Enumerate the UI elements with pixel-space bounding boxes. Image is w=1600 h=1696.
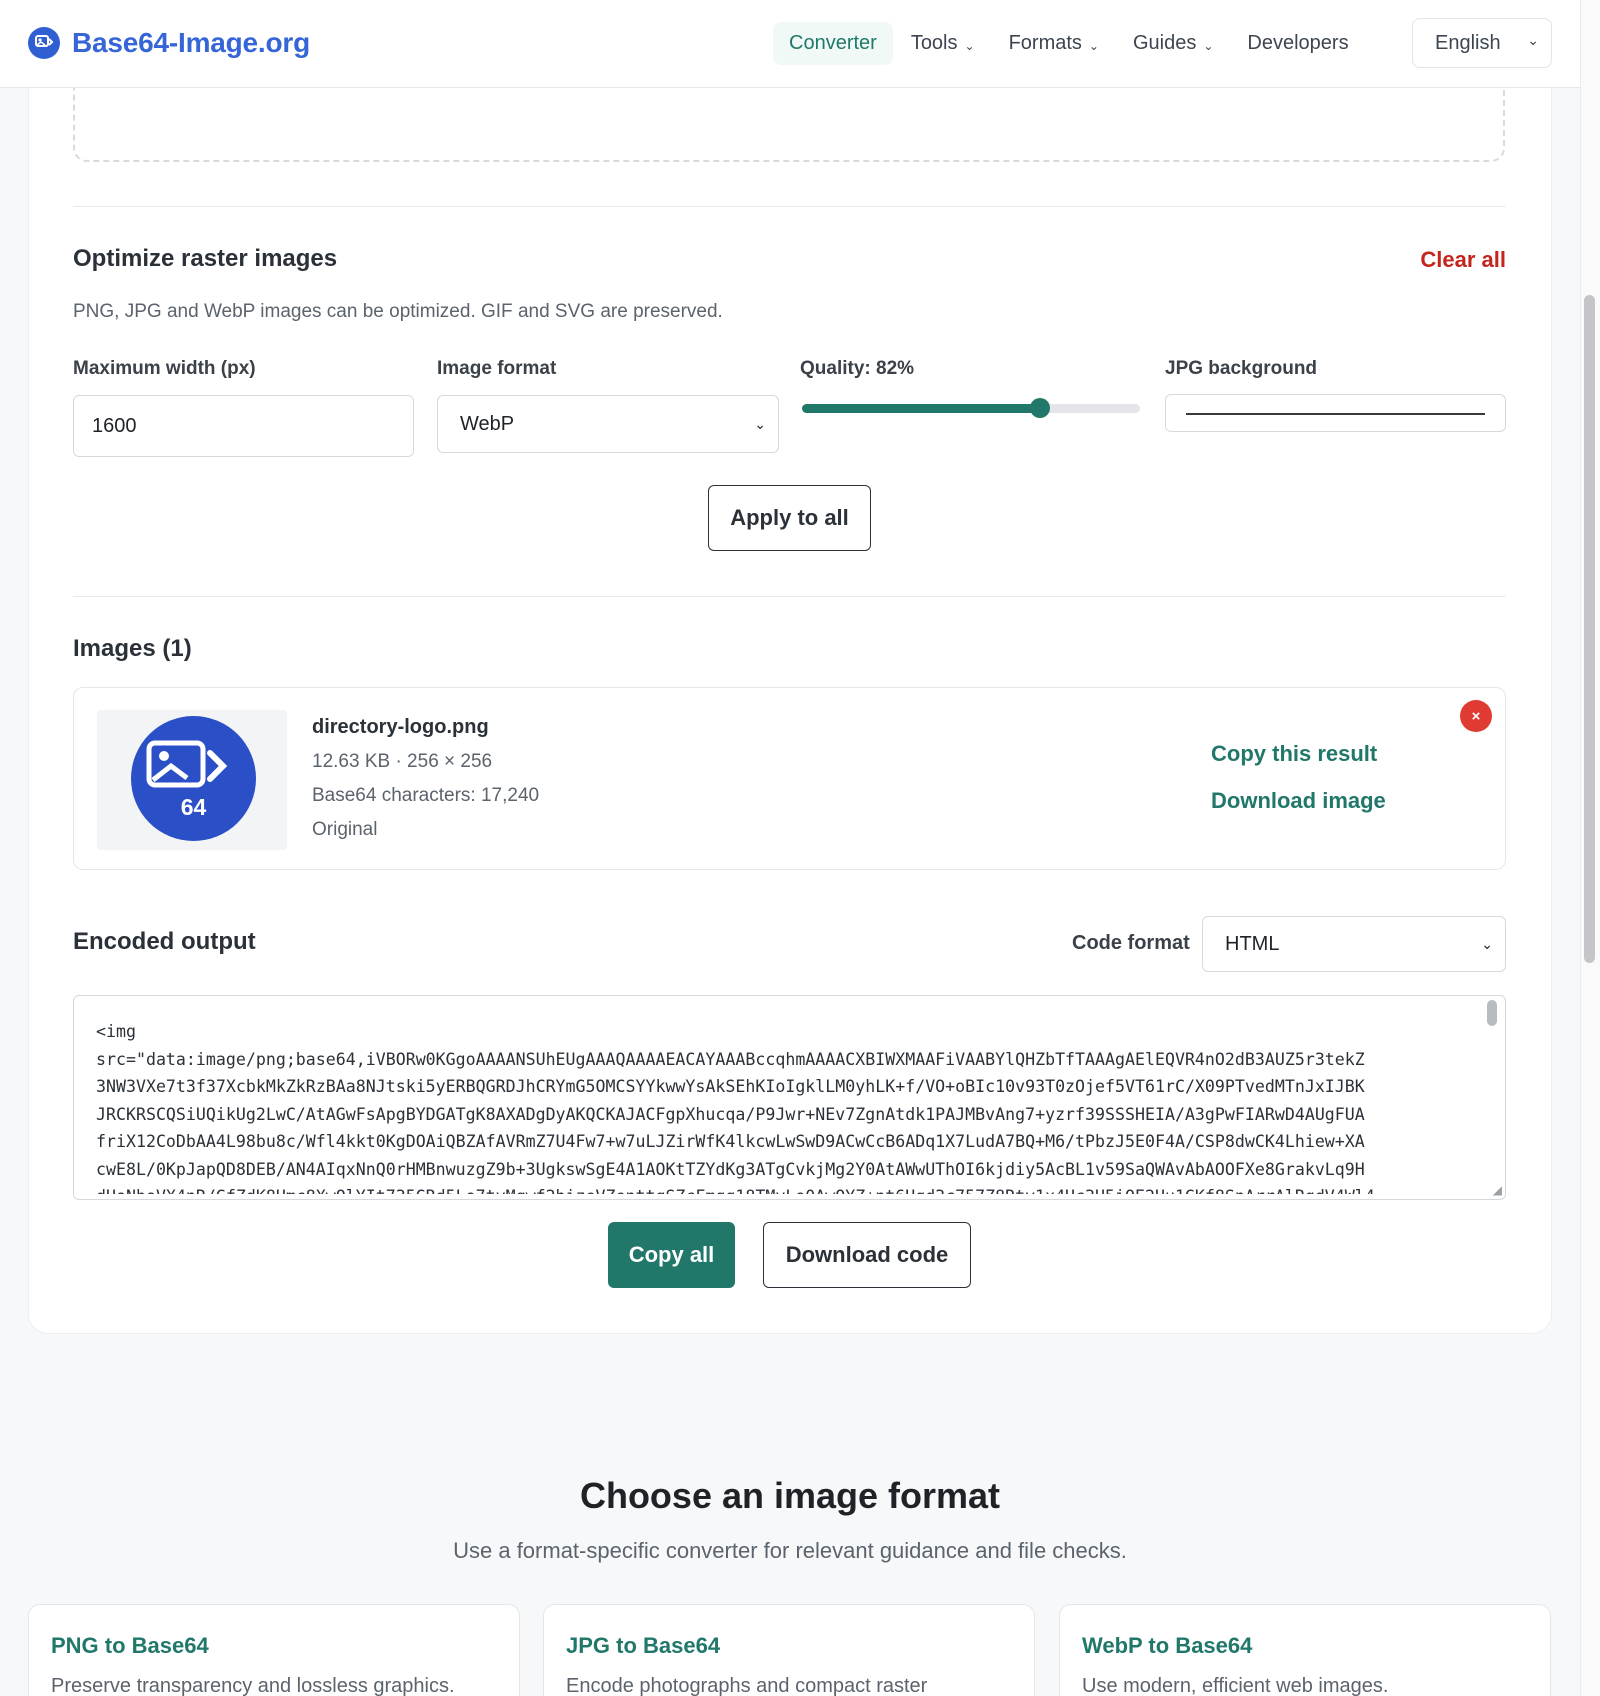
nav-label: Converter xyxy=(789,32,877,54)
page-scrollbar-thumb[interactable] xyxy=(1584,295,1595,963)
divider xyxy=(73,596,1506,597)
format-card-desc: Use modern, efficient web images. xyxy=(1082,1675,1389,1696)
image-format-value: WebP xyxy=(460,412,515,435)
max-width-label: Maximum width (px) xyxy=(73,358,256,379)
nav-label: Formats xyxy=(1008,32,1082,54)
quality-slider[interactable] xyxy=(800,398,1142,418)
color-swatch xyxy=(1186,413,1485,415)
nav-label: Tools xyxy=(910,32,958,54)
main-nav: Converter Tools ⌄ Formats ⌄ Guides ⌄ Dev… xyxy=(773,22,1367,65)
image-format-select[interactable]: WebP ⌄ xyxy=(437,395,779,453)
quality-label: Quality: 82% xyxy=(800,358,915,379)
format-card-png[interactable]: PNG to Base64 Preserve transparency and … xyxy=(28,1604,520,1696)
nav-label: Developers xyxy=(1247,32,1349,54)
apply-label: Apply to all xyxy=(730,505,849,530)
remove-image-button[interactable]: × xyxy=(1460,700,1492,732)
format-card-title[interactable]: WebP to Base64 xyxy=(1082,1633,1252,1659)
nav-converter[interactable]: Converter xyxy=(773,22,893,65)
image-status: Original xyxy=(312,819,378,840)
base64-logo-icon: 64 xyxy=(131,716,256,841)
apply-to-all-button[interactable]: Apply to all xyxy=(708,485,871,551)
encoded-output-text: <img src="data:image/png;base64,iVBORw0K… xyxy=(96,1022,1375,1194)
logo-icon xyxy=(28,27,60,59)
jpg-background-label: JPG background xyxy=(1165,358,1318,379)
nav-label: Guides xyxy=(1132,32,1197,54)
chevron-down-icon: ⌄ xyxy=(964,38,975,53)
format-card-jpg[interactable]: JPG to Base64 Encode photographs and com… xyxy=(543,1604,1035,1696)
optimize-hint: PNG, JPG and WebP images can be optimize… xyxy=(73,301,723,322)
format-card-desc: Preserve transparency and lossless graph… xyxy=(51,1675,455,1696)
copy-all-label: Copy all xyxy=(628,1242,715,1267)
brand-name: Base64-Image.org xyxy=(72,27,311,58)
base64-char-count: Base64 characters: 17,240 xyxy=(312,785,540,806)
chevron-down-icon: ⌄ xyxy=(1203,38,1214,53)
max-width-input[interactable]: 1600 xyxy=(73,395,414,457)
textarea-scrollbar[interactable] xyxy=(1487,1000,1497,1026)
file-size-dimensions: 12.63 KB · 256 × 256 xyxy=(312,751,493,772)
file-name: directory-logo.png xyxy=(312,716,489,738)
download-code-button[interactable]: Download code xyxy=(763,1222,971,1288)
code-format-select[interactable]: HTML ⌄ xyxy=(1202,916,1506,972)
format-card-webp[interactable]: WebP to Base64 Use modern, efficient web… xyxy=(1059,1604,1551,1696)
format-card-title[interactable]: PNG to Base64 xyxy=(51,1633,209,1659)
encoded-output-title: Encoded output xyxy=(73,928,256,955)
close-icon: × xyxy=(1471,707,1481,725)
clear-all-button[interactable]: Clear all xyxy=(1420,247,1506,273)
formats-title: Choose an image format xyxy=(579,1475,1001,1516)
nav-formats[interactable]: Formats ⌄ xyxy=(993,22,1115,65)
image-item: 64 directory-logo.png 12.63 KB · 256 × 2… xyxy=(73,687,1506,870)
resize-handle-icon[interactable]: ◢ xyxy=(1493,1183,1502,1197)
divider xyxy=(73,206,1506,207)
formats-subtitle: Use a format-specific converter for rele… xyxy=(453,1538,1127,1563)
download-image-button[interactable]: Download image xyxy=(1211,788,1386,814)
image-format-label: Image format xyxy=(437,358,557,379)
language-select[interactable]: English ⌄ xyxy=(1412,18,1552,68)
site-header: Base64-Image.org Converter Tools ⌄ Forma… xyxy=(0,0,1580,88)
thumbnail-number: 64 xyxy=(180,794,207,820)
image-thumbnail: 64 xyxy=(97,710,287,850)
nav-developers[interactable]: Developers xyxy=(1231,22,1364,65)
nav-guides[interactable]: Guides ⌄ xyxy=(1117,22,1229,65)
download-code-label: Download code xyxy=(785,1242,949,1267)
images-title: Images (1) xyxy=(73,635,192,662)
chevron-down-icon: ⌄ xyxy=(1088,38,1099,53)
copy-result-button[interactable]: Copy this result xyxy=(1211,741,1377,767)
max-width-value: 1600 xyxy=(92,414,137,437)
code-format-value: HTML xyxy=(1225,932,1280,955)
copy-all-button[interactable]: Copy all xyxy=(608,1222,735,1288)
quality-fill xyxy=(802,404,1040,413)
code-format-label: Code format xyxy=(1072,932,1190,954)
chevron-down-icon: ⌄ xyxy=(1527,32,1539,48)
jpg-background-color-input[interactable] xyxy=(1165,394,1506,432)
encoded-output-textarea[interactable]: <img src="data:image/png;base64,iVBORw0K… xyxy=(73,995,1506,1200)
quality-thumb[interactable] xyxy=(1030,398,1050,418)
chevron-down-icon: ⌄ xyxy=(754,415,766,432)
chevron-down-icon: ⌄ xyxy=(1481,935,1493,952)
format-card-desc: Encode photographs and compact raster xyxy=(566,1675,928,1696)
brand-logo[interactable]: Base64-Image.org xyxy=(28,27,310,59)
optimize-title: Optimize raster images xyxy=(73,245,338,272)
nav-tools[interactable]: Tools ⌄ xyxy=(895,22,991,65)
language-value: English xyxy=(1435,31,1501,54)
format-card-title[interactable]: JPG to Base64 xyxy=(566,1633,720,1659)
